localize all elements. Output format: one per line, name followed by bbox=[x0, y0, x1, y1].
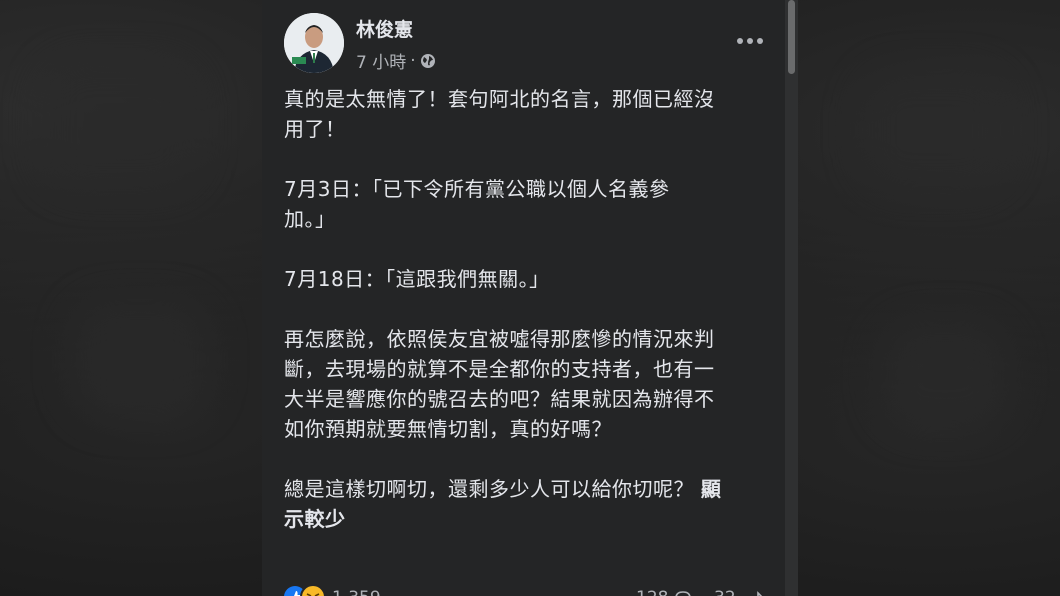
author-avatar[interactable] bbox=[284, 13, 344, 73]
reaction-count[interactable]: 1,359 bbox=[332, 588, 381, 596]
blur-shape bbox=[40, 60, 200, 190]
scrollbar[interactable] bbox=[785, 0, 798, 596]
comment-count[interactable]: 128 bbox=[636, 588, 668, 596]
post-timestamp[interactable]: 7 小時 bbox=[356, 48, 406, 73]
post-paragraph: 再怎麼說，依照侯友宜被噓得那麼慘的情況來判 斷，去現場的就算不是全都你的支持者，… bbox=[284, 327, 715, 441]
post-meta: 7 小時 · bbox=[356, 48, 436, 73]
post-footer: 1,359 128 32 bbox=[284, 582, 774, 596]
blur-shape bbox=[880, 320, 1010, 430]
blur-shape bbox=[860, 70, 1010, 190]
post-paragraph: 7月18日：「這跟我們無關。」 bbox=[284, 267, 550, 291]
scrollbar-thumb[interactable] bbox=[788, 0, 795, 74]
post-last-paragraph: 總是這樣切啊切，還剩多少人可以給你切呢？ 顯 示較少 bbox=[284, 474, 774, 534]
more-options-icon[interactable] bbox=[732, 29, 768, 53]
haha-reaction-icon[interactable] bbox=[300, 584, 326, 596]
comment-icon bbox=[674, 590, 692, 596]
blur-shape bbox=[70, 300, 210, 420]
author-name[interactable]: 林俊憲 bbox=[356, 15, 413, 42]
post-paragraph: 總是這樣切啊切，還剩多少人可以給你切呢？ bbox=[284, 477, 701, 501]
facebook-post-card: 林俊憲 7 小時 · 真的是太無情了！套句阿北的名言，那個已經沒 用了！ 7月3… bbox=[262, 0, 798, 596]
post-paragraph: 7月3日：「已下令所有黨公職以個人名義參 加。」 bbox=[284, 177, 670, 231]
globe-icon bbox=[420, 53, 436, 69]
share-count[interactable]: 32 bbox=[714, 588, 736, 596]
meta-separator: · bbox=[410, 50, 416, 71]
post-paragraph: 真的是太無情了！套句阿北的名言，那個已經沒 用了！ bbox=[284, 87, 715, 141]
post-body: 真的是太無情了！套句阿北的名言，那個已經沒 用了！ 7月3日：「已下令所有黨公職… bbox=[284, 84, 774, 534]
avatar-portrait bbox=[284, 13, 344, 73]
share-icon bbox=[748, 590, 766, 596]
